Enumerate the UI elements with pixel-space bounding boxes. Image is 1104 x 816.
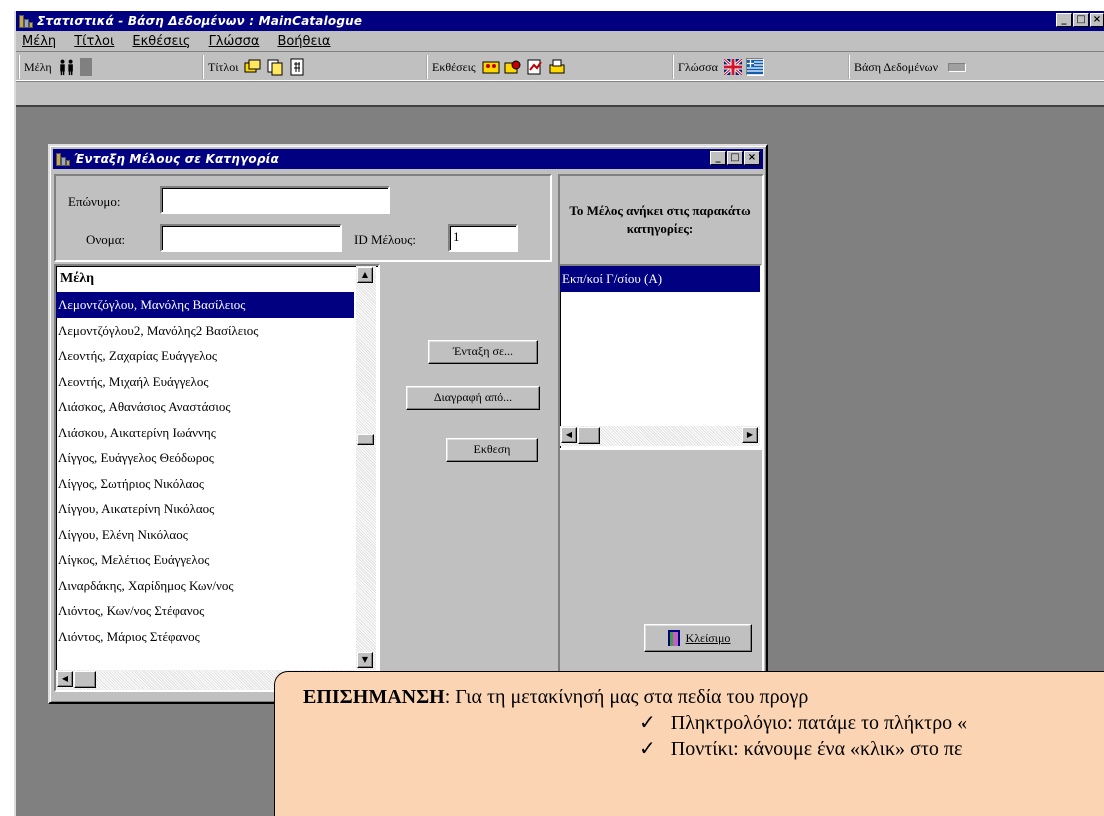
members-hscroll-thumb[interactable]: [74, 671, 96, 688]
categories-hscroll-thumb[interactable]: [578, 427, 600, 444]
note-bullet-mouse-text: Ποντίκι: κάνουμε ένα «κλικ» στο πε: [670, 738, 963, 760]
member-list-item[interactable]: Λιάσκος, Αθανάσιος Αναστάσιος: [56, 394, 354, 420]
member-card-icon[interactable]: [79, 58, 92, 76]
members-vertical-scrollbar[interactable]: ▲ ▼: [356, 266, 376, 670]
close-button[interactable]: ×: [1090, 13, 1104, 27]
report-button[interactable]: Εκθεση: [446, 438, 538, 462]
toolbar-database-label: Βάση Δεδομένων: [854, 59, 939, 74]
checkmark-icon: ✓: [639, 738, 656, 760]
member-list-item[interactable]: Λίγκος, Μελέτιος Ευάγγελος: [56, 547, 354, 573]
toolbar-group-titles: Τίτλοι: [202, 55, 310, 79]
id-label: ID Μέλους:: [354, 232, 416, 247]
dialog-titlebar[interactable]: Ένταξη Μέλους σε Κατηγορία _ □ ×: [53, 149, 763, 169]
report-print-icon[interactable]: [548, 58, 566, 76]
greek-flag-icon[interactable]: [745, 58, 764, 76]
minimize-button[interactable]: _: [1056, 13, 1072, 27]
member-list-item[interactable]: Λίγγος, Ευάγγελος Θεόδωρος: [56, 445, 354, 471]
report-people-icon[interactable]: [482, 58, 500, 76]
toolbar: Μέλη Τίτλοι Εκθέσεις Γλώσσα Βάση Δεδομέν…: [16, 51, 1104, 81]
name-label: Ονομα:: [86, 232, 126, 247]
member-list-item[interactable]: Λεοντής, Ζαχαρίας Ευάγγελος: [56, 343, 354, 369]
menu-language[interactable]: Γλώσσα: [209, 34, 260, 49]
delete-from-button[interactable]: Διαγραφή από...: [406, 386, 540, 410]
note-callout: ΕΠΙΣΗΜΑΝΣΗ: Για τη μετακίνησή μας στα πε…: [274, 671, 1104, 816]
dialog-close-button[interactable]: ×: [744, 151, 760, 165]
toolbar-group-reports: Εκθέσεις: [426, 55, 570, 79]
categories-header: Το Μέλος ανήκει στις παρακάτω κατηγορίες…: [569, 203, 751, 236]
categories-rows: Εκπ/κοί Γ/σίου (Α): [560, 266, 760, 292]
categories-list[interactable]: Εκπ/κοί Γ/σίου (Α) ◀ ▶: [560, 264, 762, 450]
close-dialog-button[interactable]: Κλείσιμο: [644, 624, 752, 652]
surname-label: Επώνυμο:: [68, 194, 121, 209]
member-list-item[interactable]: Λιόντος, Κων/νος Στέφανος: [56, 598, 354, 624]
members-list-header: Μέλη: [60, 271, 95, 286]
folders-icon[interactable]: [244, 58, 262, 76]
menu-help[interactable]: Βοήθεια: [277, 34, 330, 49]
member-list-item[interactable]: Λεμοντζόγλου2, Μανόλης2 Βασίλειος: [56, 318, 354, 344]
menu-bar: Μέλη Τίτλοι Εκθέσεις Γλώσσα Βοήθεια: [16, 31, 1104, 51]
include-button[interactable]: Ένταξη σε...: [428, 340, 538, 364]
dialog-minimize-button[interactable]: _: [710, 151, 726, 165]
menu-titles[interactable]: Τίτλοι: [74, 34, 114, 49]
menu-members[interactable]: Μέλη: [22, 34, 56, 49]
members-list[interactable]: Μέλη Λεμοντζόγλου, Μανόλης Βασίλειος Λεμο…: [54, 264, 380, 692]
main-titlebar[interactable]: Στατιστικά - Βάση Δεδομένων : MainCatalo…: [16, 11, 1104, 31]
members-scroll-thumb[interactable]: [357, 434, 374, 445]
documents-icon[interactable]: [266, 58, 284, 76]
member-list-item[interactable]: Λεμοντζόγλου, Μανόλης Βασίλειος: [56, 292, 354, 318]
note-bullet-keyboard: ✓ Πληκτρολόγιο: πατάμε το πλήκτρο «: [303, 710, 1104, 736]
search-panel: Επώνυμο: Ονομα: ID Μέλους: 1: [54, 174, 552, 262]
menu-reports[interactable]: Εκθέσεις: [132, 34, 190, 49]
scroll-left-arrow-icon[interactable]: ◀: [57, 671, 73, 687]
toolbar-members-label: Μέλη: [24, 59, 52, 74]
category-dialog: Ένταξη Μέλους σε Κατηγορία _ □ × Επώνυμο…: [48, 144, 768, 704]
note-heading-line: ΕΠΙΣΗΜΑΝΣΗ: Για τη μετακίνησή μας στα πε…: [303, 684, 1104, 710]
note-text: : Για τη μετακίνησή μας στα πεδία του πρ…: [444, 686, 809, 708]
name-input[interactable]: [160, 224, 342, 252]
member-list-item[interactable]: Λιόντος, Μάριος Στέφανος: [56, 624, 354, 650]
toolbar-reports-label: Εκθέσεις: [432, 59, 476, 74]
member-list-item[interactable]: Λίγγος, Σωτήριος Νικόλαος: [56, 471, 354, 497]
dialog-maximize-button[interactable]: □: [727, 151, 743, 165]
member-list-item[interactable]: Λεοντής, Μιχαήλ Ευάγγελος: [56, 369, 354, 395]
close-dialog-label: Κλείσιμο: [685, 631, 731, 645]
member-list-item[interactable]: Λίγγου, Αικατερίνη Νικόλαος: [56, 496, 354, 522]
report-folder-icon[interactable]: [504, 58, 522, 76]
members-rows: Λεμοντζόγλου, Μανόλης Βασίλειος Λεμοντζόγ…: [56, 292, 378, 649]
toolbar-language-label: Γλώσσα: [678, 59, 718, 74]
database-indicator: [948, 62, 967, 72]
surname-input[interactable]: [160, 186, 390, 214]
categories-panel: Το Μέλος ανήκει στις παρακάτω κατηγορίες…: [558, 174, 764, 702]
scroll-down-arrow-icon[interactable]: ▼: [357, 652, 373, 668]
report-chart-icon[interactable]: [526, 58, 544, 76]
scroll-right-arrow-icon[interactable]: ▶: [742, 427, 758, 443]
checkmark-icon: ✓: [639, 712, 656, 734]
toolbar-group-members: Μέλη: [18, 55, 96, 79]
categories-horizontal-scrollbar[interactable]: ◀ ▶: [560, 426, 760, 446]
note-bullet-mouse: ✓ Ποντίκι: κάνουμε ένα «κλικ» στο πε: [303, 736, 1104, 762]
main-window-title: Στατιστικά - Βάση Δεδομένων : MainCatalo…: [37, 14, 363, 28]
people-icon[interactable]: [58, 58, 76, 76]
scroll-up-arrow-icon[interactable]: ▲: [357, 267, 373, 283]
dialog-title: Ένταξη Μέλους σε Κατηγορία: [74, 152, 279, 166]
note-lead: ΕΠΙΣΗΜΑΝΣΗ: [303, 686, 445, 708]
note-bullet-keyboard-text: Πληκτρολόγιο: πατάμε το πλήκτρο «: [670, 712, 968, 734]
member-list-item[interactable]: Λιναρδάκης, Χαρίδημος Κων/νος: [56, 573, 354, 599]
buildings-icon: [18, 13, 34, 29]
maximize-button[interactable]: □: [1073, 13, 1089, 27]
id-input[interactable]: 1: [448, 224, 518, 252]
member-list-item[interactable]: Λίγγου, Ελένη Νικόλαος: [56, 522, 354, 548]
category-list-item[interactable]: Εκπ/κοί Γ/σίου (Α): [560, 266, 760, 292]
toolbar-group-database: Βάση Δεδομένων: [848, 55, 967, 79]
grid-sheet-icon[interactable]: [288, 58, 306, 76]
toolbar-group-language: Γλώσσα: [672, 55, 768, 79]
uk-flag-icon[interactable]: [723, 58, 742, 76]
toolbar-titles-label: Τίτλοι: [208, 59, 239, 74]
buildings-icon: [55, 151, 71, 167]
member-list-item[interactable]: Λιάσκου, Αικατερίνη Ιωάννης: [56, 420, 354, 446]
scroll-left-arrow-icon[interactable]: ◀: [561, 427, 577, 443]
door-icon: [666, 629, 682, 647]
